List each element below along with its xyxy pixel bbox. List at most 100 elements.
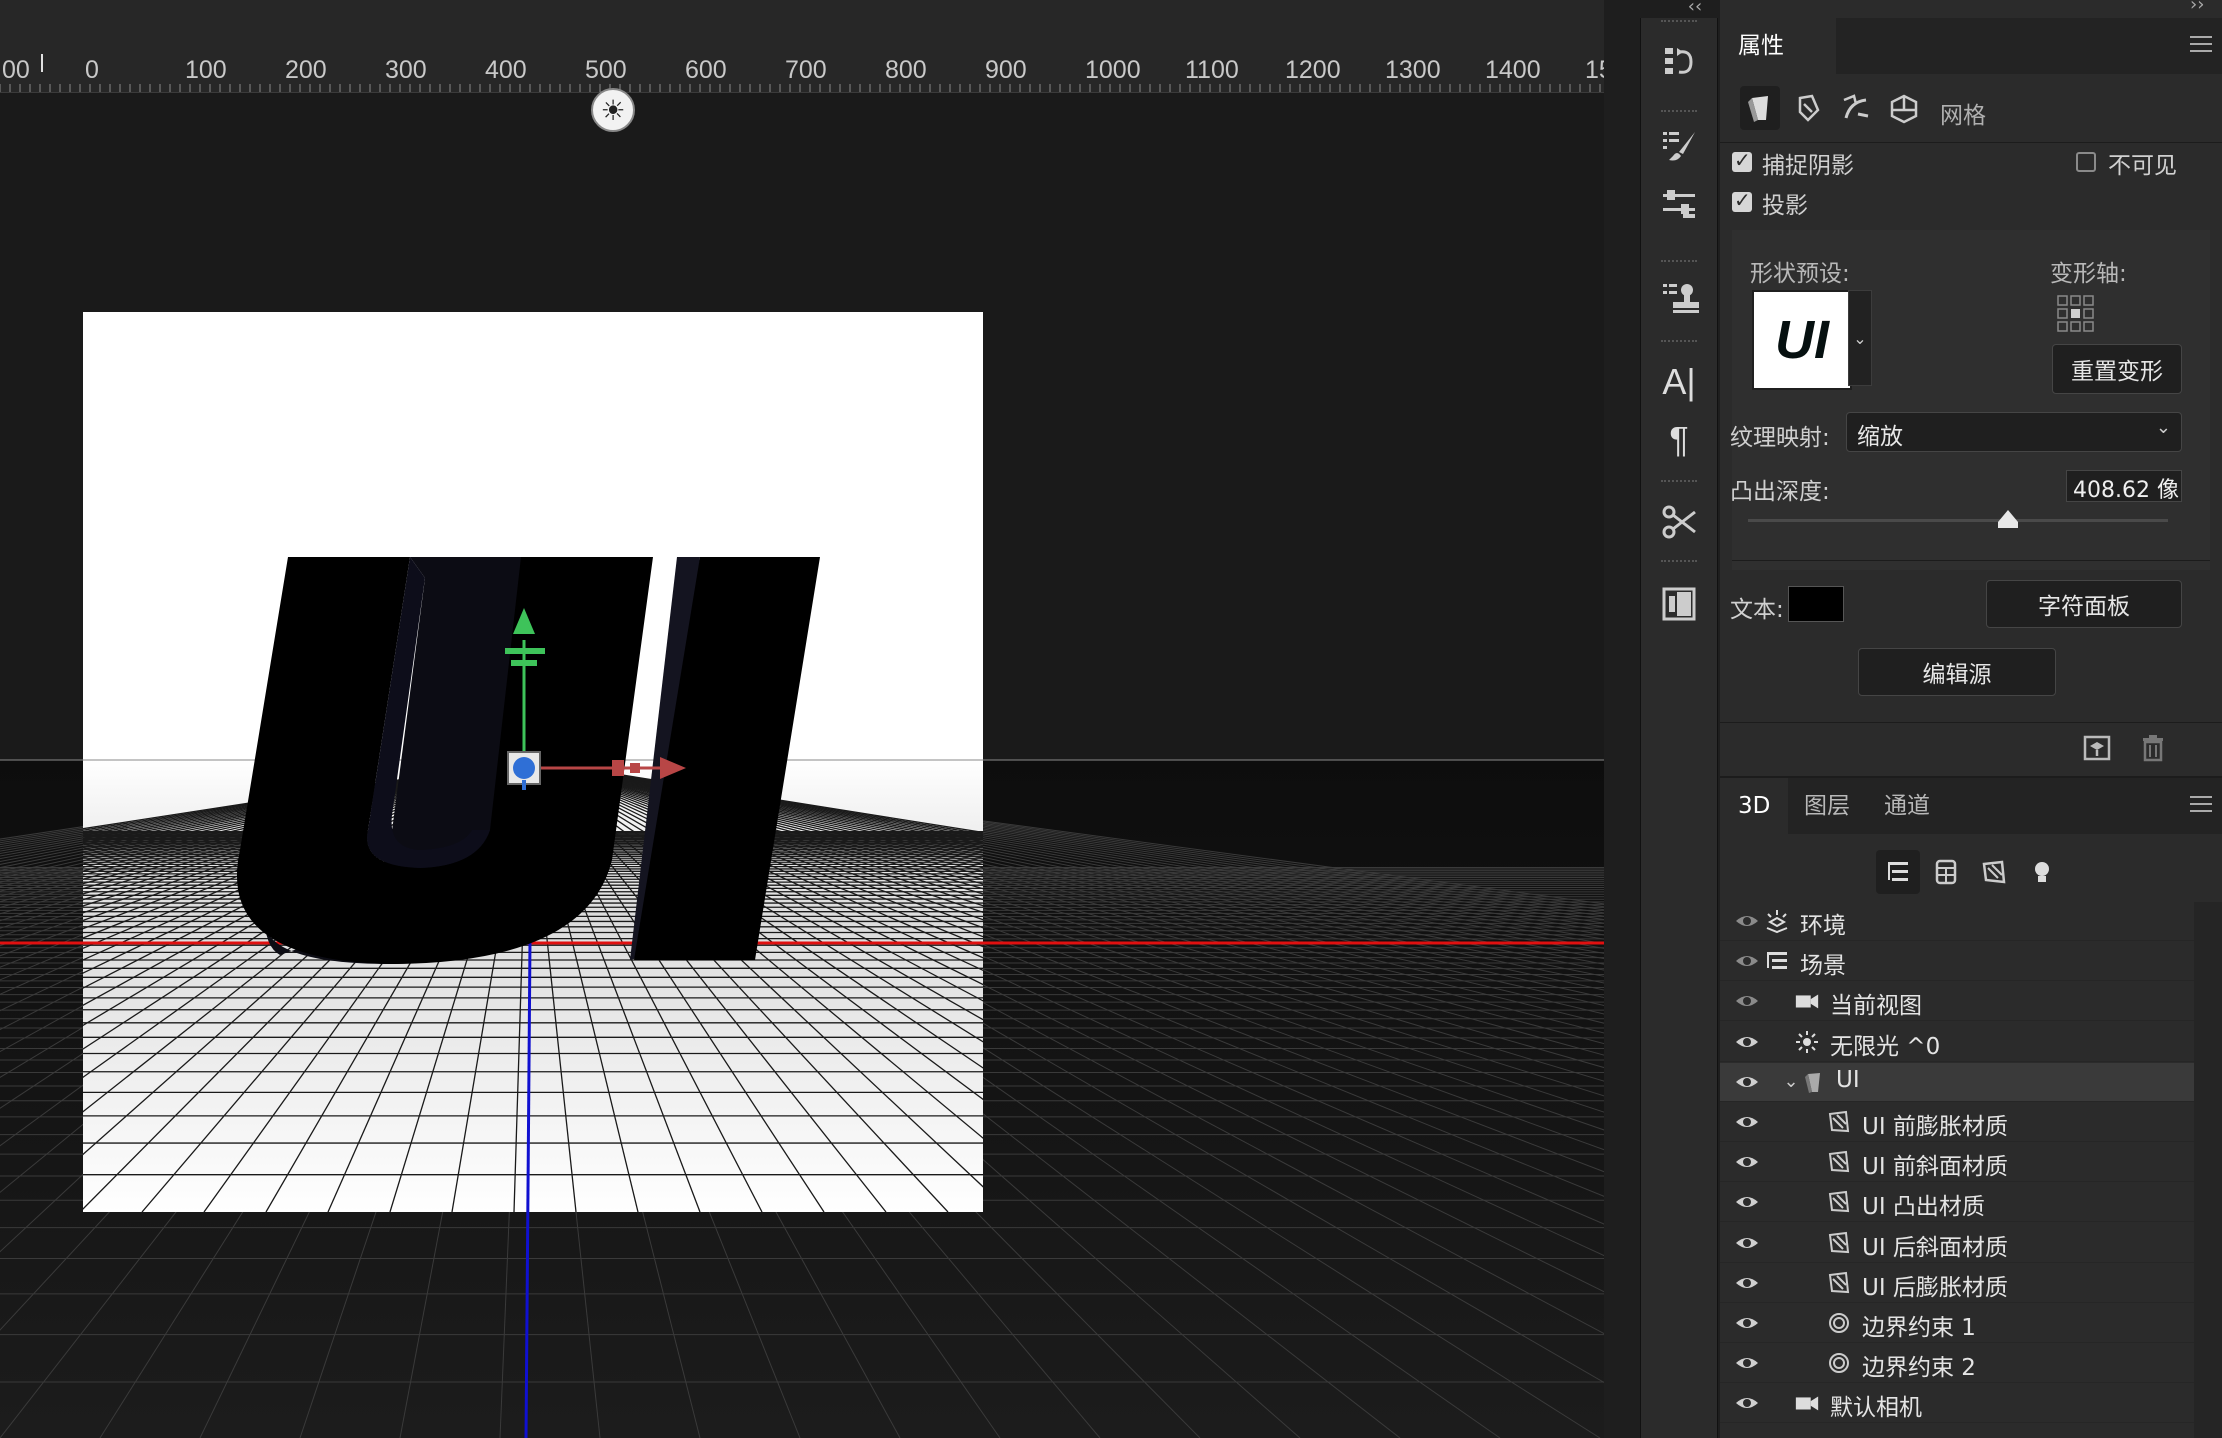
layer-label: UI 后膨胀材质 xyxy=(1862,1274,2008,1301)
paragraph-icon[interactable]: ¶ xyxy=(1649,410,1709,470)
layer-label: 边界约束 1 xyxy=(1862,1315,1976,1341)
light-filter-icon[interactable] xyxy=(2028,858,2056,886)
tab-layers[interactable]: 图层 xyxy=(1786,778,1868,834)
layer-row-ui-back-inflation-material[interactable]: UI 后膨胀材质 xyxy=(1720,1264,2194,1303)
edit-source-button[interactable]: 编辑源 xyxy=(1858,648,2056,696)
3d-scene-view[interactable] xyxy=(0,92,1604,1438)
layer-row-ui-extrusion-material[interactable]: UI 凸出材质 xyxy=(1720,1183,2194,1223)
visibility-eye-icon[interactable] xyxy=(1734,990,1760,1012)
ruler-label: 200 xyxy=(285,56,327,84)
3d-tools-icon[interactable] xyxy=(1649,492,1709,552)
text-color-swatch[interactable] xyxy=(1788,586,1844,622)
visibility-eye-icon[interactable] xyxy=(1734,1071,1760,1093)
panel-toolstrip: A| ¶ xyxy=(1640,18,1718,1438)
panel-menu-icon[interactable] xyxy=(2190,36,2212,54)
invisible-checkbox[interactable] xyxy=(2076,152,2096,172)
layer-row-boundary-constraint-2[interactable]: 边界约束 2 xyxy=(1720,1344,2194,1384)
layer-label: UI xyxy=(1836,1066,1860,1093)
toolstrip-grip[interactable] xyxy=(1661,260,1697,266)
layer-row-ui-mesh[interactable]: ⌄ UI xyxy=(1720,1062,2194,1102)
toolstrip-grip[interactable] xyxy=(1661,340,1697,346)
light-direction-widget[interactable]: ☀ xyxy=(591,88,635,132)
toolstrip-grip[interactable] xyxy=(1661,560,1697,566)
collapse-dock-button[interactable]: ›› xyxy=(2190,0,2204,15)
layer-row-default-camera[interactable]: 默认相机 xyxy=(1720,1384,2194,1424)
visibility-eye-icon[interactable] xyxy=(1734,1232,1760,1254)
material-icon xyxy=(1826,1230,1852,1256)
adjust-sliders-icon[interactable] xyxy=(1649,174,1709,234)
cast-shadows-label: 投影 xyxy=(1762,193,1808,219)
extrusion-depth-slider-track[interactable] xyxy=(1748,519,2168,522)
layer-row-ui-back-bevel-material[interactable]: UI 后斜面材质 xyxy=(1720,1224,2194,1263)
visibility-eye-icon[interactable] xyxy=(1734,1312,1760,1334)
ruler-label: 1100 xyxy=(1185,56,1239,84)
shape-preset-thumbnail[interactable]: UI xyxy=(1752,290,1852,390)
panel-menu-icon[interactable] xyxy=(2190,796,2212,814)
coordinates-icon[interactable] xyxy=(1888,92,1920,124)
visibility-eye-icon[interactable] xyxy=(1734,1111,1760,1133)
layer-row-ui-front-bevel-material[interactable]: UI 前斜面材质 xyxy=(1720,1143,2194,1183)
tab-channels[interactable]: 通道 xyxy=(1866,778,1948,834)
toolstrip-grip[interactable] xyxy=(1661,20,1697,26)
deform-axis-grid-icon[interactable] xyxy=(2056,294,2096,334)
ruler-label: 600 xyxy=(685,56,727,84)
ruler-label: 700 xyxy=(785,56,827,84)
layer-row-current-view[interactable]: 当前视图 xyxy=(1720,982,2194,1022)
layer-row-ui-front-inflation-material[interactable]: UI 前膨胀材质 xyxy=(1720,1103,2194,1142)
tab-3d[interactable]: 3D xyxy=(1720,778,1789,834)
camera-icon xyxy=(1794,988,1820,1014)
document-canvas[interactable]: 00 0 100 200 300 400 500 600 700 800 900 1000 1100 12… xyxy=(0,0,1604,1438)
scene-filter-icon[interactable] xyxy=(1876,850,1920,894)
cap-icon[interactable] xyxy=(1840,92,1872,124)
catch-shadows-checkbox[interactable] xyxy=(1732,148,1752,172)
divider xyxy=(1720,142,2222,143)
layer-row-infinite-light[interactable]: 无限光 ^0 xyxy=(1720,1023,2194,1062)
visibility-eye-icon[interactable] xyxy=(1734,1272,1760,1294)
extrusion-depth-slider-thumb[interactable] xyxy=(1997,508,2019,530)
material-filter-icon[interactable] xyxy=(1980,858,2008,886)
shape-preset-dropdown-arrow[interactable]: ⌄ xyxy=(1848,290,1872,386)
visibility-eye-icon[interactable] xyxy=(1734,1151,1760,1173)
tab-properties[interactable]: 属性 xyxy=(1720,18,1836,74)
libraries-icon[interactable] xyxy=(1649,574,1709,634)
character-icon[interactable]: A| xyxy=(1649,352,1709,412)
cast-shadows-checkbox[interactable] xyxy=(1732,188,1752,212)
mesh-filter-icon[interactable] xyxy=(1932,858,1960,886)
character-panel-button[interactable]: 字符面板 xyxy=(1986,580,2182,628)
ruler-label: 1000 xyxy=(1085,56,1141,84)
layer-label: 边界约束 2 xyxy=(1862,1355,1976,1382)
extrusion-depth-input[interactable]: 408.62 像 xyxy=(2066,470,2182,502)
ruler-label: 1400 xyxy=(1485,56,1541,84)
visibility-eye-icon[interactable] xyxy=(1734,910,1760,932)
scrollbar[interactable] xyxy=(2194,902,2222,1438)
history-brush-icon[interactable] xyxy=(1649,32,1709,92)
reset-deform-button[interactable]: 重置变形 xyxy=(2052,344,2182,394)
visibility-eye-icon[interactable] xyxy=(1734,1031,1760,1053)
mesh-icon[interactable] xyxy=(1740,86,1780,130)
deform-icon[interactable] xyxy=(1792,92,1824,124)
layer-row-environment[interactable]: 环境 xyxy=(1720,902,2194,941)
visibility-eye-icon[interactable] xyxy=(1734,1191,1760,1213)
texture-mapping-select[interactable]: 缩放 ⌄ xyxy=(1846,412,2182,452)
layers-header: 3D 图层 通道 xyxy=(1720,778,2222,834)
layer-label: 默认相机 xyxy=(1830,1395,1922,1422)
layer-label: 当前视图 xyxy=(1830,993,1922,1020)
extrusion-depth-value: 408.62 像 xyxy=(2073,478,2179,502)
toolstrip-grip[interactable] xyxy=(1661,480,1697,486)
camera-icon xyxy=(1794,1390,1820,1416)
visibility-eye-icon[interactable] xyxy=(1734,1392,1760,1414)
texture-mapping-value: 缩放 xyxy=(1857,424,1903,450)
visibility-eye-icon[interactable] xyxy=(1734,1352,1760,1374)
layer-row-boundary-constraint-1[interactable]: 边界约束 1 xyxy=(1720,1304,2194,1343)
clone-source-icon[interactable] xyxy=(1649,268,1709,328)
ruler-label: 00 xyxy=(2,56,30,84)
visibility-eye-icon[interactable] xyxy=(1734,950,1760,972)
ruler-label: 400 xyxy=(485,56,527,84)
layer-row-scene[interactable]: 场景 xyxy=(1720,942,2194,982)
horizontal-ruler[interactable]: 00 0 100 200 300 400 500 600 700 800 900 1000 1100 12… xyxy=(0,0,1604,93)
render-icon[interactable] xyxy=(2082,734,2112,762)
brush-presets-icon[interactable] xyxy=(1649,116,1709,176)
ruler-label: 300 xyxy=(385,56,427,84)
mesh-icon xyxy=(1800,1069,1826,1095)
trash-icon[interactable] xyxy=(2140,734,2166,762)
